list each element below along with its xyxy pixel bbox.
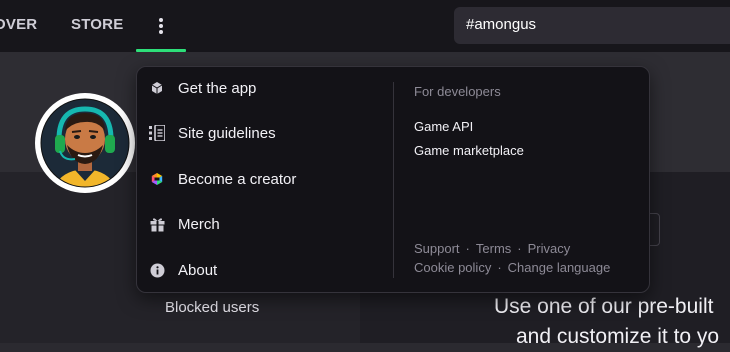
promo-text: Use one of our pre-built and customize i… bbox=[494, 295, 720, 348]
separator: · bbox=[497, 260, 502, 275]
menu-item-label: Merch bbox=[178, 215, 220, 233]
menu-divider bbox=[393, 82, 394, 278]
search-input[interactable]: #amongus bbox=[454, 7, 730, 44]
info-icon bbox=[149, 262, 165, 278]
menu-item-become-a-creator[interactable]: Become a creator bbox=[149, 167, 296, 191]
menu-item-merch[interactable]: Merch bbox=[149, 212, 220, 236]
change-language-link[interactable]: Change language bbox=[508, 260, 611, 275]
avatar[interactable] bbox=[35, 93, 135, 193]
gift-icon bbox=[149, 216, 165, 232]
game-api-link[interactable]: Game API bbox=[414, 119, 473, 134]
cookie-policy-link[interactable]: Cookie policy bbox=[414, 260, 491, 275]
separator: · bbox=[465, 241, 470, 256]
footer-links-row-1: Support · Terms · Privacy bbox=[414, 241, 570, 256]
more-dropdown-menu: Get the app Site guidelines Become a cre… bbox=[136, 66, 650, 293]
support-link[interactable]: Support bbox=[414, 241, 460, 256]
more-menu-button[interactable] bbox=[136, 0, 186, 52]
top-nav-bar: OVER STORE #amongus bbox=[0, 0, 730, 52]
menu-item-label: Get the app bbox=[178, 79, 257, 97]
menu-item-label: Site guidelines bbox=[178, 124, 276, 142]
menu-item-get-the-app[interactable]: Get the app bbox=[149, 76, 256, 100]
avatar-illustration bbox=[40, 98, 130, 188]
menu-item-about[interactable]: About bbox=[149, 258, 217, 282]
game-marketplace-link[interactable]: Game marketplace bbox=[414, 143, 524, 158]
package-icon bbox=[149, 80, 165, 96]
nav-store[interactable]: STORE bbox=[71, 16, 123, 33]
developers-heading: For developers bbox=[414, 84, 501, 99]
separator: · bbox=[517, 241, 522, 256]
privacy-link[interactable]: Privacy bbox=[528, 241, 571, 256]
nav-discover[interactable]: OVER bbox=[0, 16, 37, 33]
blocked-users-link[interactable]: Blocked users bbox=[165, 299, 259, 316]
footer-links-row-2: Cookie policy · Change language bbox=[414, 260, 610, 275]
menu-item-label: Become a creator bbox=[178, 170, 297, 188]
menu-item-site-guidelines[interactable]: Site guidelines bbox=[149, 121, 276, 145]
creator-cube-icon bbox=[149, 171, 165, 187]
menu-item-label: About bbox=[178, 261, 218, 279]
checklist-icon bbox=[149, 125, 165, 141]
vertical-dots-icon bbox=[159, 18, 163, 34]
terms-link[interactable]: Terms bbox=[476, 241, 511, 256]
